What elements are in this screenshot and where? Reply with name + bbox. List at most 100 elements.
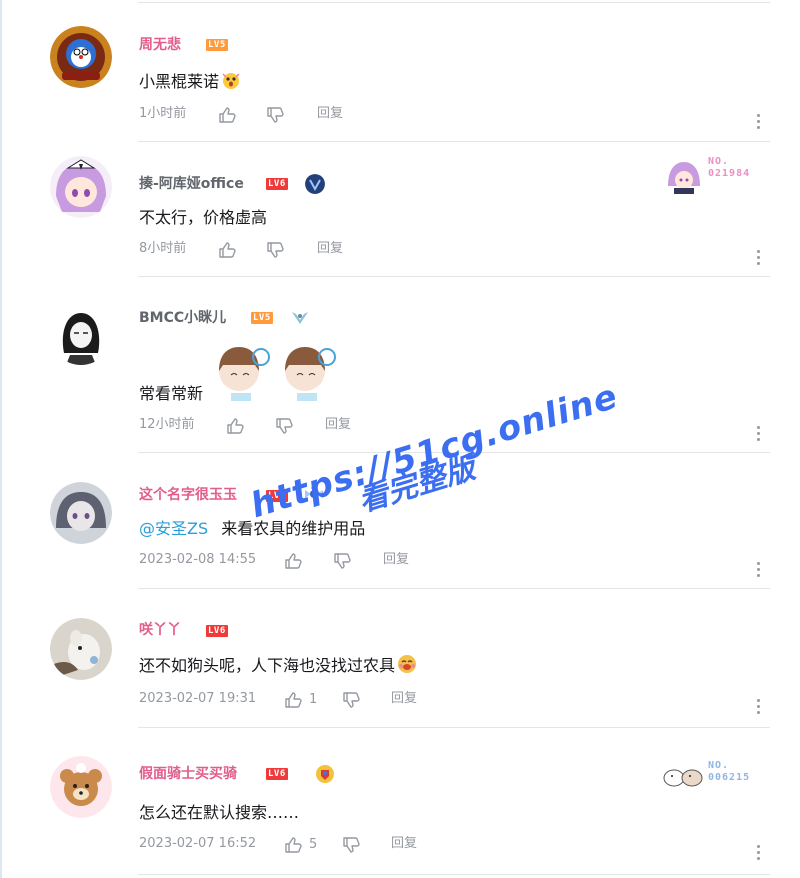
dislike-button[interactable] — [265, 105, 285, 125]
reply-button[interactable]: 回复 — [317, 105, 343, 123]
comment-meta: 1小时前 回复 — [139, 105, 379, 125]
avatar[interactable] — [50, 26, 112, 88]
fan-number: NO. 006215 — [708, 760, 751, 783]
rilakkuma-avatar-icon — [50, 756, 112, 818]
comment-time: 8小时前 — [139, 241, 187, 256]
comment-item: BMCC小眯儿 LV5 常看常新 12小时前 回复 — [0, 277, 800, 452]
mention-link[interactable]: @安圣ZS — [139, 519, 208, 538]
rocket-medal-icon — [316, 765, 334, 783]
more-icon[interactable] — [757, 426, 761, 441]
comment-text: 小黑棍莱诺 — [139, 72, 220, 91]
fan-card: NO. 006215 — [660, 760, 770, 790]
wing-medal-icon — [292, 312, 308, 324]
username[interactable]: 咲丫丫 — [139, 621, 181, 639]
avatar[interactable] — [50, 156, 112, 218]
comment-content: @安圣ZS 来看农具的维护用品 — [139, 518, 365, 540]
reply-button[interactable]: 回复 — [391, 690, 417, 708]
avatar[interactable] — [50, 618, 112, 680]
medal-icon — [305, 174, 325, 194]
comment-meta: 2023-02-08 14:55 回复 — [139, 551, 439, 571]
username[interactable]: 假面骑士买买骑 — [139, 765, 237, 783]
comment-content: 还不如狗头呢，人下海也没找过农具 — [139, 654, 417, 677]
reply-button[interactable]: 回复 — [325, 416, 351, 434]
comment-text: 来看农具的维护用品 — [221, 519, 366, 538]
username[interactable]: 揍-阿库娅office — [139, 175, 244, 193]
comment-time: 2023-02-08 14:55 — [139, 552, 257, 567]
drooling-emoji-icon — [398, 655, 417, 673]
like-button[interactable] — [217, 240, 243, 260]
dislike-icon — [334, 553, 351, 569]
reply-button[interactable]: 回复 — [391, 835, 417, 853]
comment-time: 2023-02-07 19:31 — [139, 691, 257, 706]
sketch-character-avatar-icon — [50, 303, 112, 365]
comment-text: 常看常新 — [139, 384, 204, 403]
fan-number: NO. 021984 — [708, 156, 751, 179]
avatar[interactable] — [50, 482, 112, 544]
level-badge: LV6 — [206, 625, 228, 637]
level-badge: LV5 — [206, 39, 228, 51]
more-icon[interactable] — [757, 114, 761, 129]
username[interactable]: 周无悲 — [139, 36, 181, 54]
dislike-icon — [343, 692, 360, 708]
dislike-button[interactable] — [265, 240, 285, 260]
dislike-icon — [267, 107, 284, 123]
more-icon[interactable] — [757, 562, 761, 577]
like-button[interactable] — [225, 416, 251, 436]
more-icon[interactable] — [757, 845, 761, 860]
comment-time: 2023-02-07 16:52 — [139, 836, 257, 851]
sticker-girl-emoji-icon — [285, 347, 336, 401]
like-icon — [285, 837, 302, 853]
like-button[interactable]: 5 — [283, 835, 317, 855]
like-button[interactable] — [217, 105, 243, 125]
level-badge: LV6 — [266, 768, 288, 780]
comment-item: 揍-阿库娅office LV6 NO. 021984 不太行，价格虚高 8小时前 … — [0, 142, 800, 277]
like-icon — [285, 692, 302, 708]
avatar[interactable] — [50, 756, 112, 818]
comment-time: 1小时前 — [139, 106, 187, 121]
like-icon — [227, 418, 244, 434]
dark-anime-avatar-icon — [50, 482, 112, 544]
username[interactable]: 这个名字很玉玉 — [139, 486, 237, 504]
like-button[interactable] — [283, 551, 309, 571]
like-count: 5 — [309, 837, 318, 852]
dislike-button[interactable] — [332, 551, 352, 571]
divider — [138, 874, 770, 875]
comment-meta: 12小时前 回复 — [139, 416, 399, 436]
dislike-icon — [343, 837, 360, 853]
like-count: 1 — [309, 692, 318, 707]
dislike-icon — [267, 242, 284, 258]
comment-text: 还不如狗头呢，人下海也没找过农具 — [139, 656, 396, 675]
like-button[interactable]: 1 — [283, 690, 317, 710]
like-icon — [219, 242, 236, 258]
dog-photo-avatar-icon — [50, 618, 112, 680]
dislike-button[interactable] — [274, 416, 294, 436]
like-icon — [285, 553, 302, 569]
comment-meta: 8小时前 回复 — [139, 240, 379, 260]
level-badge: LV6 — [266, 178, 288, 190]
reply-button[interactable]: 回复 — [317, 240, 343, 258]
comment-content: 不太行，价格虚高 — [139, 208, 268, 227]
reply-button[interactable]: 回复 — [383, 551, 409, 569]
fan-card-character-icon — [668, 162, 700, 194]
surprised-emoji-icon — [222, 73, 240, 89]
username[interactable]: BMCC小眯儿 — [139, 309, 226, 327]
anime-maid-avatar-icon — [50, 156, 112, 218]
comment-item: 假面骑士买买骑 LV6 NO. 006215 怎么还在默认搜索…… 2023-02… — [0, 728, 800, 878]
comment-content: 怎么还在默认搜索…… — [139, 803, 300, 822]
comment-time: 12小时前 — [139, 417, 195, 432]
gryffindor-avatar-icon — [50, 26, 112, 88]
dislike-button[interactable] — [341, 835, 361, 855]
comment-content: 小黑棍莱诺 — [139, 70, 241, 93]
avatar[interactable] — [50, 303, 112, 365]
more-icon[interactable] — [757, 699, 761, 714]
comment-meta: 2023-02-07 19:31 1 回复 — [139, 690, 439, 710]
sticker-girl-emoji-icon — [219, 347, 270, 401]
level-badge: LV5 — [251, 312, 273, 324]
comment-item: 周无悲 LV5 小黑棍莱诺 1小时前 回复 — [0, 0, 800, 142]
comment-item: 咲丫丫 LV6 还不如狗头呢，人下海也没找过农具 2023-02-07 19:3… — [0, 589, 800, 727]
more-icon[interactable] — [757, 250, 761, 265]
like-icon — [219, 107, 236, 123]
dislike-button[interactable] — [341, 690, 361, 710]
fan-card: NO. 021984 — [660, 156, 770, 194]
dislike-icon — [276, 418, 293, 434]
